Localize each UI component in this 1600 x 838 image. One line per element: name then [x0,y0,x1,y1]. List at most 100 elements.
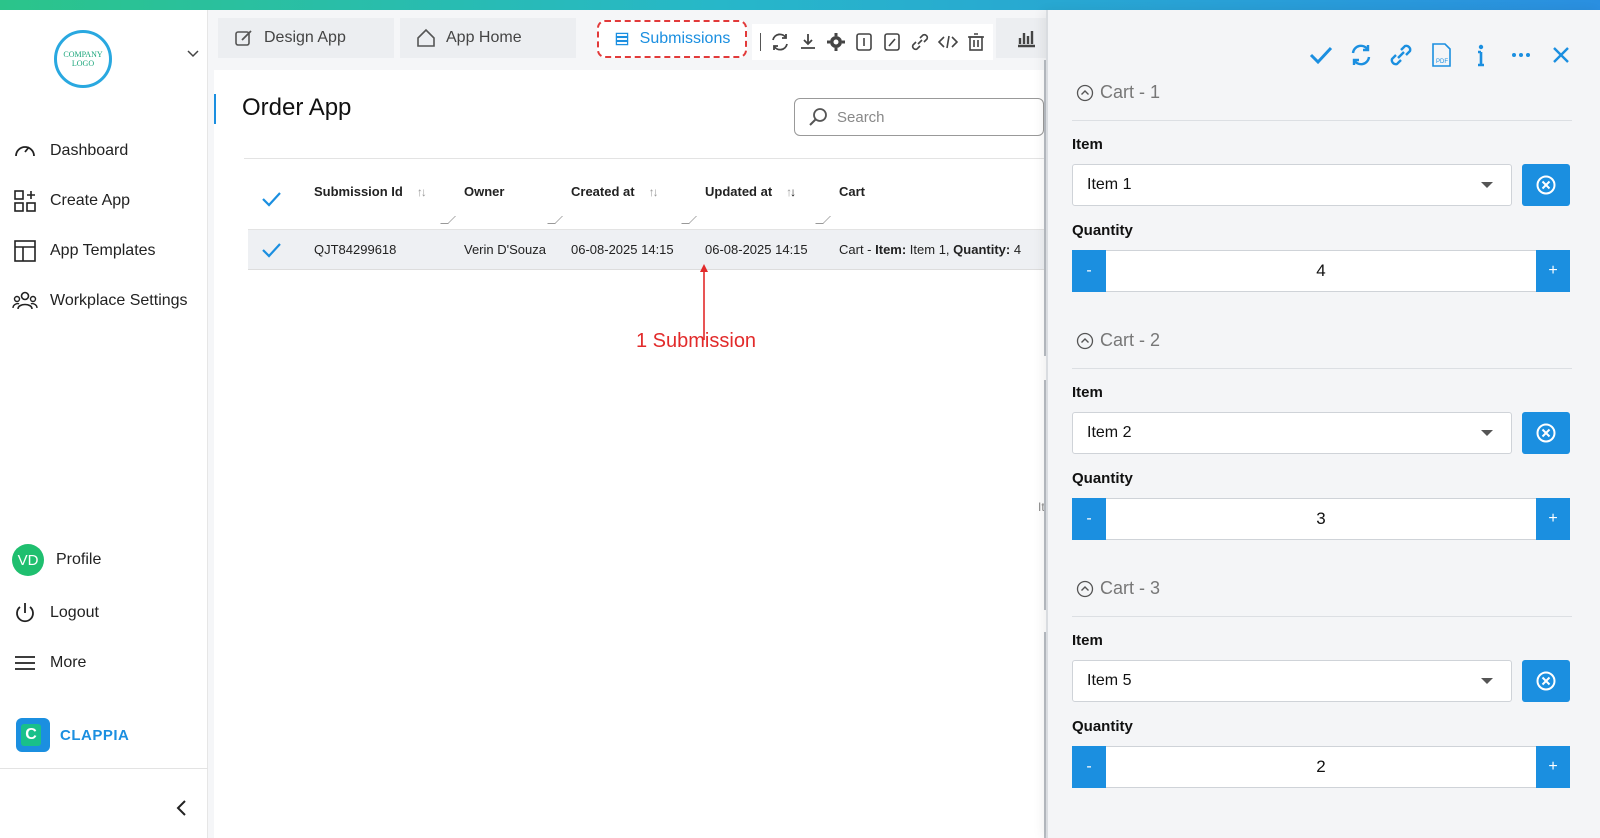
sort-icon[interactable]: ↑↓ [417,185,427,199]
more-icon[interactable] [1508,42,1534,68]
column-label: Created at [571,184,635,199]
chevron-down-icon[interactable] [186,46,200,60]
quantity-value[interactable]: 4 [1106,250,1536,292]
gear-icon[interactable] [825,31,847,53]
logo-text: COMPANY LOGO [63,50,103,68]
quantity-stepper: - 2 + [1072,746,1570,788]
sidebar-item-dashboard[interactable]: Dashboard [12,138,128,164]
cart-section-header[interactable]: Cart - 2 [1076,330,1160,351]
cart-section-header[interactable]: Cart - 1 [1076,82,1160,103]
divider [1072,368,1572,369]
collapse-circle-icon [1076,580,1094,597]
cart-section-header[interactable]: Cart - 3 [1076,578,1160,599]
sort-icon[interactable]: ↑↓ [786,185,796,199]
column-resize-handle[interactable] [815,216,831,224]
sidebar-item-workplace-settings[interactable]: Workplace Settings [12,288,188,314]
row-checkbox[interactable] [260,239,282,261]
quantity-stepper: - 4 + [1072,250,1570,292]
close-icon[interactable] [1548,42,1574,68]
edit-icon [235,30,252,46]
edit-document-icon[interactable] [881,31,903,53]
sidebar-item-more[interactable]: More [12,650,86,676]
sort-icon[interactable]: ↑↓ [649,185,659,199]
increment-button[interactable]: + [1536,250,1570,292]
search-input[interactable]: Search [794,98,1044,136]
select-value: Item 5 [1087,672,1132,689]
column-resize-handle[interactable] [547,216,563,224]
tab-label: App Home [446,29,522,46]
decrement-button[interactable]: - [1072,746,1106,788]
cell-submission-id: QJT84299618 [314,242,397,257]
column-resize-handle[interactable] [440,216,456,224]
cell-updated-at: 06-08-2025 14:15 [705,242,808,257]
item-label: Item [1072,384,1103,401]
refresh-icon[interactable] [769,31,791,53]
tab-design-app[interactable]: Design App [218,18,394,58]
company-logo: COMPANY LOGO [54,30,112,88]
link-icon[interactable] [909,31,931,53]
close-circle-icon [1536,671,1556,691]
decrement-button[interactable]: - [1072,250,1106,292]
caret-down-icon [1481,182,1493,188]
document-icon[interactable] [853,31,875,53]
sidebar: COMPANY LOGO Dashboard Create App App Te… [0,10,208,838]
column-header-cart[interactable]: Cart [839,184,865,199]
quantity-value[interactable]: 2 [1106,746,1536,788]
info-icon[interactable] [1468,42,1494,68]
create-app-icon [14,190,36,212]
column-header-updated-at[interactable]: Updated at ↑↓ [705,184,796,199]
increment-button[interactable]: + [1536,746,1570,788]
cell-owner: Verin D'Souza [464,242,546,257]
divider [760,33,761,51]
tab-submissions[interactable]: Submissions [597,20,747,58]
cart-title: Cart - 3 [1100,578,1161,598]
svg-text:PDF: PDF [1436,59,1448,65]
column-header-submission-id[interactable]: Submission Id ↑↓ [314,184,427,199]
item-select[interactable]: Item 1 [1072,164,1512,206]
sidebar-item-label: Create App [50,192,131,209]
close-circle-icon [1536,175,1556,195]
column-header-owner[interactable]: Owner [464,184,504,199]
increment-button[interactable]: + [1536,498,1570,540]
trash-icon[interactable] [965,31,987,53]
submissions-table: Submission Id ↑↓ Owner Created at ↑↓ Updat… [248,166,1048,270]
sidebar-item-app-templates[interactable]: App Templates [12,238,156,264]
templates-icon [14,240,36,262]
title-accent [214,94,216,124]
cell-cart: Cart - Item: Item 1, Quantity: 4 [839,242,1044,257]
menu-icon [15,656,35,670]
table-row[interactable]: QJT84299618 Verin D'Souza 06-08-2025 14:… [248,230,1048,270]
select-all-checkbox[interactable] [260,188,282,210]
chevron-left-icon[interactable] [174,798,190,818]
column-resize-handle[interactable] [681,216,697,224]
item-select[interactable]: Item 2 [1072,412,1512,454]
download-icon[interactable] [797,31,819,53]
power-icon [16,603,34,623]
sidebar-item-create-app[interactable]: Create App [12,188,130,214]
bar-chart-icon [1018,31,1035,48]
check-icon[interactable] [1308,42,1334,68]
sidebar-item-profile[interactable]: VD Profile [12,544,101,576]
remove-cart-button[interactable] [1522,660,1570,702]
sidebar-item-logout[interactable]: Logout [12,600,99,626]
quantity-label: Quantity [1072,718,1133,735]
collapse-circle-icon [1076,84,1094,101]
link-icon[interactable] [1388,42,1414,68]
decrement-button[interactable]: - [1072,498,1106,540]
sidebar-item-label: App Templates [50,242,156,259]
remove-cart-button[interactable] [1522,164,1570,206]
remove-cart-button[interactable] [1522,412,1570,454]
tab-app-home[interactable]: App Home [400,18,576,58]
brand-name: CLAPPIA [60,726,130,744]
item-select[interactable]: Item 5 [1072,660,1512,702]
pdf-icon[interactable]: PDF [1428,42,1454,68]
sidebar-item-label: Logout [50,604,99,621]
refresh-icon[interactable] [1348,42,1374,68]
sidebar-item-label: Dashboard [50,142,129,159]
divider [244,158,1044,159]
quantity-value[interactable]: 3 [1106,498,1536,540]
column-header-created-at[interactable]: Created at ↑↓ [571,184,659,199]
clappia-logo-icon [16,718,50,752]
page-title: Order App [242,94,352,121]
code-icon[interactable] [937,31,959,53]
